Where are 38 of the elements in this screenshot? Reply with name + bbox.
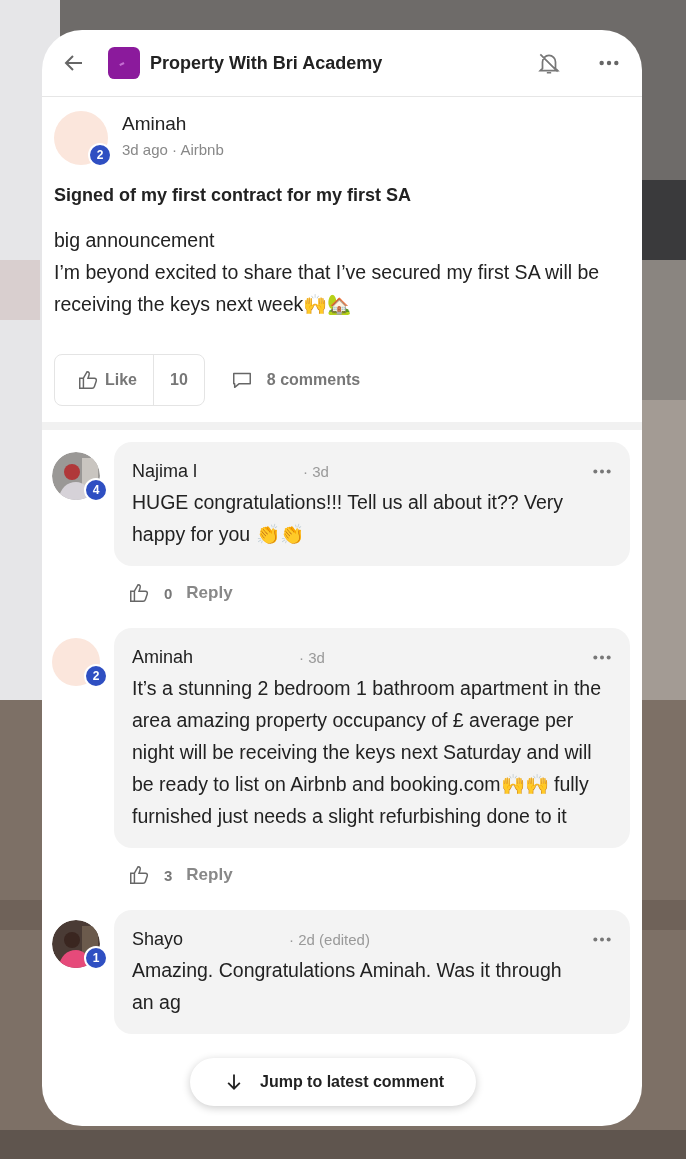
reply-button[interactable]: Reply [186,865,233,885]
level-badge: 2 [88,143,112,167]
level-badge: 4 [84,478,108,502]
like-count: 0 [164,584,173,602]
post-title: Signed of my first contract for my first SA [54,185,413,206]
comment-time: · 3d [299,648,326,666]
like-count: 3 [164,866,173,884]
group-title: Property With Bri Academy [150,52,384,74]
author-name[interactable]: Najima l [132,460,197,482]
more-icon[interactable] [598,59,620,67]
more-icon[interactable] [592,653,612,661]
like-button[interactable]: Like [55,355,154,405]
avatar [54,111,108,165]
comment-time: · 3d [303,462,330,480]
avatar [52,638,100,686]
thumbs-up-icon[interactable] [128,582,150,604]
like-count: 10 [169,371,189,389]
level-badge: 1 [84,946,108,970]
level-badge: 2 [84,664,108,688]
comment-text: an ag [132,990,182,1015]
comment-text: Amazing. Congratulations Aminah. Was it through [132,958,563,983]
comment-time: · 2d (edited) [289,930,371,948]
more-icon[interactable] [592,935,612,943]
thumbs-up-icon[interactable] [128,864,150,886]
post-meta: 3d ago · Airbnb [122,141,224,158]
author-name[interactable]: Shayo [132,928,184,950]
comment-text: It’s a stunning 2 bedroom 1 bathroom apartment in the area amazing property occupancy of £ average per night will be receiving the keys next Saturday and will be ready to list on Airbnb and booking.com🙌🙌 fully furnished just needs a slight refurbishing done to it [132,676,602,829]
author-name[interactable]: Aminah [122,113,224,135]
comment-text: HUGE congratulations!!! Tell us all about it?? Very happy for you 👏👏 [132,490,565,547]
thumbs-up-icon [77,369,99,391]
group-logo-icon [108,47,140,79]
post-text: I’m beyond excited to share that I’ve secured my first SA will be receiving the keys next week🙌🏡 [54,260,601,317]
more-icon[interactable] [592,467,612,475]
comments-button[interactable]: 8 comments [230,369,361,391]
reply-button[interactable]: Reply [186,583,233,603]
author-name[interactable]: Aminah [132,646,194,668]
jump-button[interactable]: Jump to latest comment [190,1058,477,1106]
post-text: big announcement [54,228,216,253]
